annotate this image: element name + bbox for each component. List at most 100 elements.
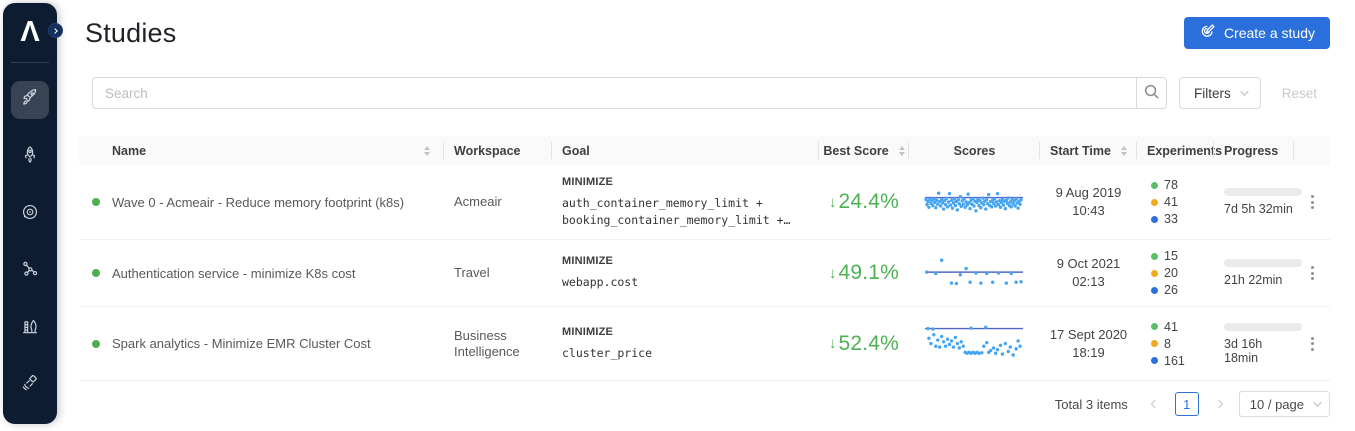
status-dot bbox=[92, 198, 100, 206]
best-score: ↓ 24.4% bbox=[819, 165, 909, 239]
scores-scatter-chart bbox=[922, 180, 1027, 224]
sidebar-collapse-button[interactable] bbox=[48, 23, 63, 38]
column-header-start-time[interactable]: Start Time bbox=[1040, 136, 1137, 165]
goal-type: MINIMIZE bbox=[562, 255, 613, 267]
column-header-workspace: Workspace bbox=[444, 136, 552, 165]
progress: 7d 5h 32min bbox=[1214, 165, 1294, 239]
page-number-button[interactable]: 1 bbox=[1175, 392, 1199, 416]
search-icon bbox=[1143, 83, 1160, 103]
create-study-button[interactable]: Create a study bbox=[1184, 17, 1330, 49]
graph-nodes-icon bbox=[19, 258, 41, 285]
chevron-down-icon bbox=[1313, 398, 1321, 406]
best-score: ↓ 52.4% bbox=[819, 307, 909, 380]
arrow-down-icon: ↓ bbox=[829, 194, 837, 211]
goal-expression: auth_container_memory_limit + booking_co… bbox=[562, 195, 790, 229]
experiments-counts: 78 41 33 bbox=[1137, 165, 1214, 239]
start-time: 9 Oct 202102:13 bbox=[1040, 240, 1137, 306]
launchpad-icon bbox=[19, 315, 41, 342]
filters-button[interactable]: Filters bbox=[1179, 77, 1261, 109]
green-dot-icon bbox=[1151, 182, 1158, 189]
table-row[interactable]: Authentication service - minimize K8s co… bbox=[79, 240, 1330, 307]
page-title: Studies bbox=[85, 18, 176, 49]
progress-bar bbox=[1224, 188, 1302, 196]
page-size-select[interactable]: 10 / page bbox=[1239, 391, 1330, 417]
total-items-label: Total 3 items bbox=[1055, 397, 1128, 412]
column-header-goal: Goal bbox=[552, 136, 819, 165]
progress-bar bbox=[1224, 323, 1302, 331]
workspace-name: Travel bbox=[454, 265, 490, 281]
sidebar-item-rocket[interactable] bbox=[11, 138, 49, 176]
search-button[interactable] bbox=[1136, 77, 1167, 109]
workspace-name: Acmeair bbox=[454, 194, 502, 210]
start-time: 17 Sept 202018:19 bbox=[1040, 307, 1137, 380]
sidebar-nav bbox=[11, 81, 49, 423]
experiments-counts: 41 8 161 bbox=[1137, 307, 1214, 380]
chevron-right-icon bbox=[1215, 400, 1223, 408]
page-header: Studies Create a study bbox=[57, 0, 1355, 49]
column-header-name[interactable]: Name bbox=[79, 136, 444, 165]
study-name[interactable]: Wave 0 - Acmeair - Reduce memory footpri… bbox=[112, 195, 404, 210]
orange-dot-icon bbox=[1151, 199, 1158, 206]
goal-expression: cluster_price bbox=[562, 345, 652, 362]
progress-duration: 3d 16h 18min bbox=[1224, 337, 1294, 365]
orange-dot-icon bbox=[1151, 340, 1158, 347]
table-row[interactable]: Spark analytics - Minimize EMR Cluster C… bbox=[79, 307, 1330, 381]
sidebar-divider bbox=[11, 62, 49, 63]
column-header-experiments: Experiments bbox=[1137, 136, 1214, 165]
goal-expression: webapp.cost bbox=[562, 274, 638, 291]
blue-dot-icon bbox=[1151, 216, 1158, 223]
progress-bar bbox=[1224, 259, 1302, 267]
progress-duration: 7d 5h 32min bbox=[1224, 202, 1293, 216]
table-row[interactable]: Wave 0 - Acmeair - Reduce memory footpri… bbox=[79, 165, 1330, 240]
best-score: ↓ 49.1% bbox=[819, 240, 909, 306]
chevron-right-icon bbox=[52, 28, 58, 34]
more-actions-icon[interactable] bbox=[1307, 333, 1318, 355]
more-actions-icon[interactable] bbox=[1307, 191, 1318, 213]
progress: 3d 16h 18min bbox=[1214, 307, 1294, 380]
column-header-scores: Scores bbox=[909, 136, 1040, 165]
reset-button[interactable]: Reset bbox=[1282, 86, 1317, 101]
sidebar-item-orbit[interactable] bbox=[11, 195, 49, 233]
column-header-progress: Progress bbox=[1214, 136, 1294, 165]
sidebar-item-launchpad[interactable] bbox=[11, 309, 49, 347]
sort-icon[interactable] bbox=[1121, 146, 1127, 156]
green-dot-icon bbox=[1151, 323, 1158, 330]
scores-scatter-chart bbox=[922, 251, 1027, 295]
blue-dot-icon bbox=[1151, 287, 1158, 294]
table-header-row: Name Workspace Goal Best Score Scores St… bbox=[79, 136, 1330, 165]
column-header-actions bbox=[1294, 136, 1330, 165]
progress: 21h 22min bbox=[1214, 240, 1294, 306]
sort-icon[interactable] bbox=[424, 146, 430, 156]
app-logo: Λ bbox=[20, 15, 39, 49]
sidebar-item-graph[interactable] bbox=[11, 252, 49, 290]
status-dot bbox=[92, 269, 100, 277]
main-content: Studies Create a study Filters bbox=[57, 0, 1355, 431]
rocket-icon bbox=[19, 144, 41, 171]
start-time: 9 Aug 201910:43 bbox=[1040, 165, 1137, 239]
sidebar: Λ bbox=[3, 3, 57, 424]
study-name[interactable]: Spark analytics - Minimize EMR Cluster C… bbox=[112, 336, 371, 351]
search-input[interactable] bbox=[92, 77, 1136, 109]
status-dot bbox=[92, 340, 100, 348]
pagination: Total 3 items 1 10 / page bbox=[57, 391, 1330, 417]
prev-page-button[interactable] bbox=[1144, 393, 1166, 415]
more-actions-icon[interactable] bbox=[1307, 262, 1318, 284]
orbit-icon bbox=[19, 201, 41, 228]
sidebar-item-satellite[interactable] bbox=[11, 366, 49, 404]
workspace-name: Business Intelligence bbox=[454, 328, 540, 360]
next-page-button[interactable] bbox=[1208, 393, 1230, 415]
scores-scatter-chart bbox=[922, 322, 1027, 366]
arrow-down-icon: ↓ bbox=[829, 335, 837, 352]
sidebar-item-studies[interactable] bbox=[11, 81, 49, 119]
progress-duration: 21h 22min bbox=[1224, 273, 1282, 287]
orange-dot-icon bbox=[1151, 270, 1158, 277]
sort-icon[interactable] bbox=[899, 146, 905, 156]
toolbar: Filters Reset bbox=[92, 77, 1330, 109]
study-name[interactable]: Authentication service - minimize K8s co… bbox=[112, 266, 355, 281]
experiments-counts: 15 20 26 bbox=[1137, 240, 1214, 306]
study-target-pencil-icon bbox=[1199, 23, 1216, 43]
filters-label: Filters bbox=[1194, 86, 1231, 101]
column-header-best-score[interactable]: Best Score bbox=[819, 136, 909, 165]
create-study-label: Create a study bbox=[1224, 25, 1315, 41]
green-dot-icon bbox=[1151, 253, 1158, 260]
